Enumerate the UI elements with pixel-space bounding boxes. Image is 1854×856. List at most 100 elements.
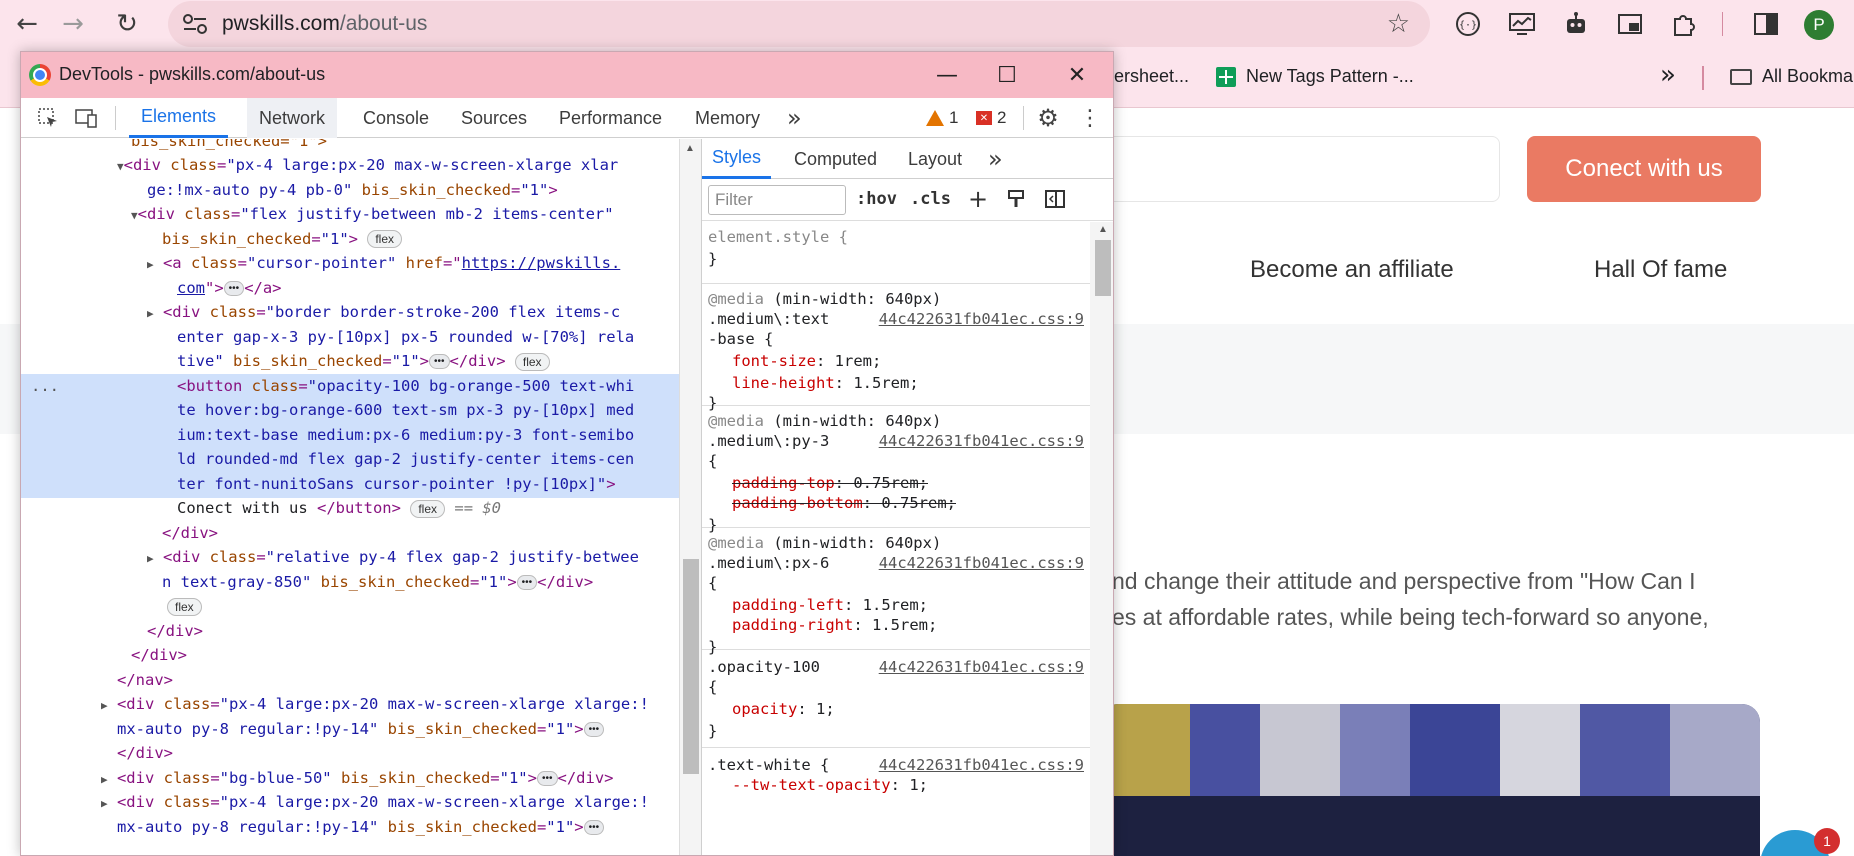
dom-node-line[interactable]: mx-auto py-8 regular:!py-14" bis_skin_ch… [21, 815, 679, 840]
ellipsis-badge[interactable]: ••• [583, 721, 605, 737]
performance-monitor-icon[interactable] [1508, 10, 1536, 38]
devtools-titlebar[interactable]: DevTools - pwskills.com/about-us — ☐ ✕ [21, 52, 1113, 98]
scrollbar-thumb[interactable] [1095, 240, 1111, 296]
flex-badge[interactable]: flex [367, 230, 403, 248]
dom-node-line[interactable]: ter font-nunitoSans cursor-pointer !py-[… [21, 472, 679, 497]
dom-node-line[interactable]: <div class="px-4 large:px-20 max-w-scree… [21, 692, 679, 717]
style-rule[interactable]: @media (min-width: 640px) .medium\:py-3 … [702, 406, 1090, 534]
tab-elements[interactable]: Elements [129, 98, 229, 138]
dom-node-line[interactable]: n text-gray-850" bis_skin_checked="1"> ••… [21, 570, 679, 595]
stylesheet-source-link[interactable]: 44c422631fb041ec.css:9 [879, 656, 1084, 678]
dom-node-line[interactable]: enter gap-x-3 py-[10px] px-5 rounded w-[… [21, 325, 679, 350]
dom-node-line[interactable]: ge:!mx-auto py-4 pb-0" bis_skin_checked=… [21, 178, 679, 203]
tab-memory[interactable]: Memory [683, 98, 772, 138]
minimize-icon[interactable]: — [927, 58, 967, 92]
warnings-counter[interactable]: 1 [926, 108, 958, 128]
dom-node-line[interactable]: <div class="relative py-4 flex gap-2 jus… [21, 545, 679, 570]
dom-node-line[interactable]: <div class="bg-blue-50" bis_skin_checked… [21, 766, 679, 791]
bookmark-star-icon[interactable]: ☆ [1387, 9, 1410, 39]
expand-triangle-icon[interactable] [147, 303, 154, 321]
elements-scrollbar[interactable]: ▲ [679, 139, 701, 855]
bookmark-item[interactable]: ersheet... [1114, 66, 1189, 87]
dom-node-line[interactable]: </div> [21, 643, 679, 668]
more-tabs-chevron-icon[interactable]: » [775, 98, 814, 138]
flex-badge[interactable]: flex [514, 352, 550, 371]
nav-link-become-affiliate[interactable]: Become an affiliate [1250, 256, 1454, 284]
dom-node-line[interactable]: </div> [21, 619, 679, 644]
dom-node-line[interactable]: <div class="border border-stroke-200 fle… [21, 300, 679, 325]
stylesheet-source-link[interactable]: 44c422631fb041ec.css:9 [879, 430, 1084, 452]
site-search-box[interactable] [1100, 136, 1500, 202]
maximize-icon[interactable]: ☐ [987, 58, 1027, 92]
dom-node-line[interactable]: bis_skin_checked="1"> flex [21, 227, 679, 252]
site-info-icon[interactable] [182, 12, 208, 36]
dom-node-line[interactable]: ld rounded-md flex gap-2 justify-center … [21, 447, 679, 472]
ellipsis-badge[interactable]: ••• [516, 574, 538, 590]
stylesheet-source-link[interactable]: 44c422631fb041ec.css:9 [879, 552, 1084, 574]
dom-node-line[interactable]: <div class="flex justify-between mb-2 it… [21, 202, 679, 227]
scroll-up-arrow-icon[interactable]: ▲ [685, 143, 695, 154]
tab-sources[interactable]: Sources [449, 98, 539, 138]
back-arrow-icon[interactable]: ← [10, 7, 44, 41]
more-options-kebab-icon[interactable]: ⋮ [1075, 104, 1105, 132]
tab-network[interactable]: Network [247, 98, 338, 138]
errors-counter[interactable]: ✕ 2 [976, 108, 1006, 128]
dom-node-line[interactable]: flex [21, 594, 679, 619]
dom-href-link[interactable]: https://pwskills. [462, 254, 621, 272]
collapse-triangle-icon[interactable] [117, 156, 124, 174]
inspect-element-icon[interactable] [33, 104, 63, 132]
style-rule[interactable]: .opacity-100 44c422631fb041ec.css:9 { op… [702, 650, 1090, 748]
all-bookmarks-folder[interactable]: All Bookma [1730, 66, 1853, 87]
flex-badge[interactable]: flex [410, 499, 446, 518]
extension-code-icon[interactable]: {·} [1454, 10, 1482, 38]
dom-node-line[interactable]: </nav> [21, 668, 679, 693]
paint-format-icon[interactable] [1006, 189, 1026, 214]
dom-node-line[interactable]: </div> [21, 741, 679, 766]
dom-node-line[interactable]: <a class="cursor-pointer" href="https://… [21, 251, 679, 276]
expand-triangle-icon[interactable] [101, 769, 108, 787]
dom-node-line[interactable]: <div class="px-4 large:px-20 max-w-scree… [21, 153, 679, 178]
expand-triangle-icon[interactable] [147, 548, 154, 566]
tab-layout[interactable]: Layout [898, 139, 972, 179]
style-rule[interactable]: .text-white { 44c422631fb041ec.css:9 --t… [702, 748, 1090, 855]
scrollbar-thumb[interactable] [683, 559, 699, 774]
forward-arrow-icon[interactable]: → [56, 7, 90, 41]
tab-console[interactable]: Console [351, 98, 441, 138]
dom-node-line[interactable]: <button class="opacity-100 bg-orange-500… [21, 374, 679, 399]
close-icon[interactable]: ✕ [1057, 58, 1097, 92]
dom-node-line[interactable]: com"> ••• </a> [21, 276, 679, 301]
robot-extension-icon[interactable] [1562, 10, 1590, 38]
connect-with-us-button[interactable]: Conect with us [1527, 136, 1761, 202]
more-bookmarks-chevron-icon[interactable]: » [1660, 60, 1676, 90]
style-rule[interactable]: @media (min-width: 640px) .medium\:px-6 … [702, 528, 1090, 656]
dom-node-line[interactable]: tive" bis_skin_checked="1"> ••• </div> fle… [21, 349, 679, 374]
profile-avatar[interactable]: P [1804, 10, 1834, 40]
tab-performance[interactable]: Performance [547, 98, 674, 138]
extensions-puzzle-icon[interactable] [1670, 10, 1698, 38]
style-rule[interactable]: element.style { } [702, 222, 1090, 284]
dom-node-line[interactable]: mx-auto py-8 regular:!py-14" bis_skin_ch… [21, 717, 679, 742]
bookmark-item[interactable]: New Tags Pattern -... [1216, 66, 1414, 87]
styles-scrollbar[interactable]: ▲ [1090, 222, 1113, 855]
expand-triangle-icon[interactable] [101, 695, 108, 713]
expand-triangle-icon[interactable] [101, 793, 108, 811]
new-style-rule-plus-icon[interactable]: + [968, 185, 988, 213]
toggle-sidebar-icon[interactable] [1044, 189, 1066, 214]
hover-state-toggle[interactable]: :hov [856, 189, 897, 209]
ellipsis-badge[interactable]: ••• [583, 819, 605, 835]
dom-node-line[interactable]: Conect with us </button> flex == $0 [21, 496, 679, 521]
address-bar[interactable]: pwskills.com/about-us ☆ [168, 1, 1430, 47]
flex-badge[interactable]: flex [167, 597, 202, 616]
side-panel-icon[interactable] [1752, 10, 1780, 38]
dom-node-line[interactable]: ium:text-base medium:px-6 medium:py-3 fo… [21, 423, 679, 448]
settings-gear-icon[interactable]: ⚙ [1033, 104, 1063, 132]
dom-node-line[interactable]: te hover:bg-orange-600 text-sm px-3 py-[… [21, 398, 679, 423]
device-toolbar-icon[interactable] [71, 104, 101, 132]
stylesheet-source-link[interactable]: 44c422631fb041ec.css:9 [879, 754, 1084, 776]
dom-node-line[interactable]: bis_skin_checked="1"> [21, 139, 679, 154]
stylesheet-source-link[interactable]: 44c422631fb041ec.css:9 [879, 308, 1084, 330]
reload-icon[interactable]: ↻ [110, 7, 144, 41]
url-text[interactable]: pwskills.com/about-us [222, 12, 427, 36]
ellipsis-badge[interactable]: ••• [223, 280, 245, 296]
tab-styles[interactable]: Styles [702, 139, 772, 179]
